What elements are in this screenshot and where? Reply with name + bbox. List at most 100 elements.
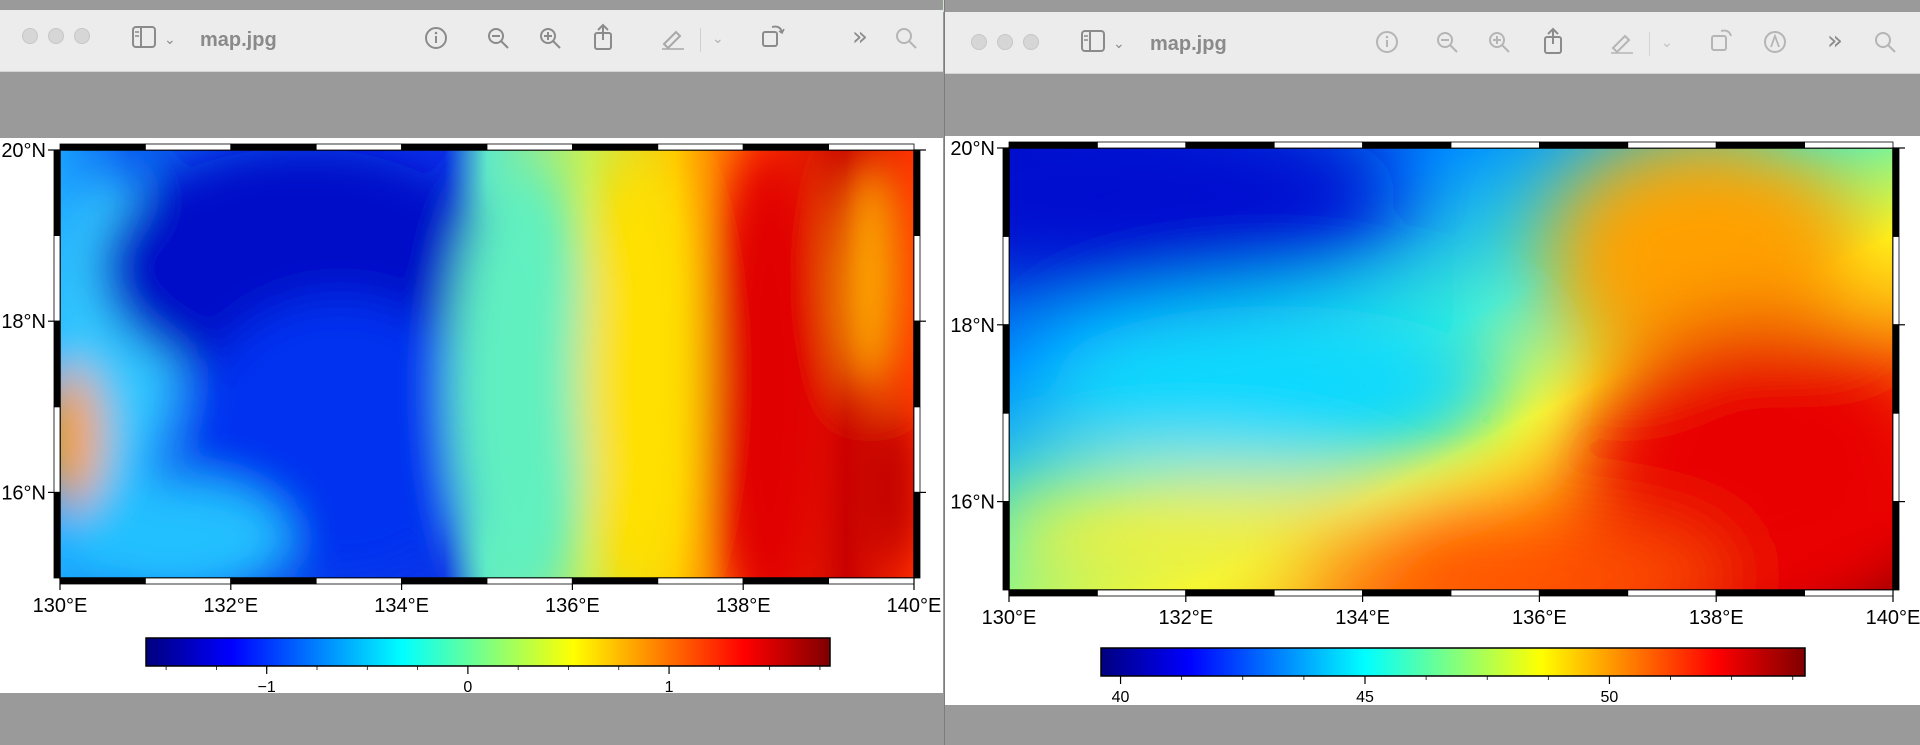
heatmap-field bbox=[1009, 148, 1893, 590]
y-tick-label: 18°N bbox=[950, 315, 995, 337]
share-icon[interactable] bbox=[592, 23, 614, 58]
frame-bar-segment bbox=[1892, 501, 1900, 591]
chevron-down-icon[interactable]: ⌄ bbox=[1113, 31, 1125, 57]
frame-bar-segment bbox=[1539, 589, 1629, 597]
frame-bar-segment bbox=[1002, 324, 1010, 414]
document-area: 130°E 132°E 134°E 136°E 138°E 140°E 16°N 18°N 2… bbox=[0, 138, 943, 696]
y-tick-label: 18°N bbox=[1, 311, 46, 333]
zoom-window-button[interactable] bbox=[74, 28, 90, 44]
frame-bar-segment bbox=[1362, 589, 1452, 597]
x-tick-label: 140°E bbox=[887, 595, 942, 617]
frame-bar-segment bbox=[657, 577, 744, 585]
frame-bar-segment bbox=[486, 143, 573, 151]
frame-bar-segment bbox=[1273, 589, 1364, 597]
minimize-button[interactable] bbox=[997, 34, 1013, 50]
colorbar-tick-label: 0 bbox=[463, 679, 472, 693]
markup-pen-icon[interactable] bbox=[1609, 30, 1635, 61]
x-tick-label: 138°E bbox=[716, 595, 771, 617]
info-icon[interactable] bbox=[424, 26, 448, 57]
frame-bar-segment bbox=[1002, 147, 1010, 237]
frame-bar-segment bbox=[742, 143, 830, 151]
zoom-out-icon[interactable] bbox=[486, 26, 510, 57]
chevron-down-icon[interactable]: ⌄ bbox=[164, 27, 176, 53]
colorbar-tick-label: −1 bbox=[258, 679, 276, 693]
preview-window-left[interactable]: ⌄ map.jpg ⌄ » 130°E 132°E 134°E 136°E 13… bbox=[0, 0, 943, 745]
y-tick-label: 20°N bbox=[950, 138, 995, 160]
traffic-lights bbox=[971, 34, 1039, 50]
x-tick-label: 138°E bbox=[1689, 607, 1744, 629]
window-title: map.jpg bbox=[200, 29, 277, 51]
sidebar-icon[interactable] bbox=[130, 26, 158, 55]
share-icon[interactable] bbox=[1542, 27, 1564, 62]
frame-bar-segment bbox=[1892, 412, 1900, 503]
frame-bar-segment bbox=[913, 149, 921, 236]
frame-bar-segment bbox=[1450, 141, 1540, 149]
search-icon[interactable] bbox=[1873, 30, 1897, 61]
frame-bar-segment bbox=[1096, 589, 1187, 597]
minimize-button[interactable] bbox=[48, 28, 64, 44]
frame-bar-segment bbox=[572, 143, 659, 151]
x-tick-label: 132°E bbox=[1158, 607, 1213, 629]
rotate-icon[interactable] bbox=[1709, 26, 1735, 61]
frame-bar-segment bbox=[1627, 141, 1717, 149]
frame-bar-segment bbox=[1627, 589, 1717, 597]
toolbar-divider bbox=[1649, 32, 1650, 56]
frame-bar-segment bbox=[53, 235, 61, 322]
toolbar: ⌄ map.jpg ⌄ » bbox=[945, 12, 1920, 74]
markup-circle-icon[interactable] bbox=[1763, 30, 1787, 61]
frame-bar-segment bbox=[1185, 589, 1275, 597]
x-tick-label: 132°E bbox=[203, 595, 258, 617]
close-button[interactable] bbox=[971, 34, 987, 50]
sidebar-icon[interactable] bbox=[1079, 30, 1107, 59]
frame-bar-segment bbox=[59, 577, 146, 585]
frame-bar-segment bbox=[1892, 324, 1900, 414]
close-button[interactable] bbox=[22, 28, 38, 44]
frame-bar-segment bbox=[1362, 141, 1452, 149]
x-tick-label: 134°E bbox=[374, 595, 429, 617]
frame-bar-segment bbox=[1185, 141, 1275, 149]
map-image: 130°E 132°E 134°E 136°E 138°E 140°E 16°N 18°N 2… bbox=[950, 138, 1920, 706]
rotate-icon[interactable] bbox=[760, 22, 786, 57]
colorbar-tick-label: 50 bbox=[1601, 689, 1619, 705]
frame-bar-segment bbox=[1450, 589, 1540, 597]
chevron-down-icon[interactable]: ⌄ bbox=[1661, 30, 1673, 56]
heatmap-field bbox=[60, 150, 914, 578]
x-tick-label: 130°E bbox=[982, 607, 1037, 629]
x-tick-label: 130°E bbox=[33, 595, 88, 617]
more-icon[interactable]: » bbox=[852, 24, 868, 50]
toolbar: ⌄ map.jpg ⌄ » bbox=[0, 10, 943, 72]
frame-bar-segment bbox=[486, 577, 573, 585]
zoom-window-button[interactable] bbox=[1023, 34, 1039, 50]
zoom-in-icon[interactable] bbox=[1487, 30, 1511, 61]
more-icon[interactable]: » bbox=[1827, 28, 1843, 54]
frame-bar-segment bbox=[315, 577, 403, 585]
frame-bar-segment bbox=[1892, 236, 1900, 326]
search-icon[interactable] bbox=[894, 26, 918, 57]
colorbar bbox=[1100, 647, 1806, 677]
frame-bar-segment bbox=[657, 143, 744, 151]
markup-pen-icon[interactable] bbox=[660, 26, 686, 57]
frame-bar-segment bbox=[1539, 141, 1629, 149]
frame-bar-segment bbox=[53, 149, 61, 236]
zoom-out-icon[interactable] bbox=[1435, 30, 1459, 61]
chevron-down-icon[interactable]: ⌄ bbox=[712, 26, 724, 52]
x-tick-label: 140°E bbox=[1866, 607, 1920, 629]
frame-bar-segment bbox=[1008, 589, 1098, 597]
frame-bar-segment bbox=[1715, 141, 1806, 149]
frame-bar-segment bbox=[828, 143, 915, 151]
frame-bar-segment bbox=[913, 320, 921, 408]
colorbar-tick-label: 45 bbox=[1356, 689, 1374, 705]
colorbar-tick-label: 1 bbox=[665, 679, 674, 693]
frame-bar-segment bbox=[1715, 589, 1806, 597]
frame-bar-segment bbox=[1096, 141, 1187, 149]
frame-bar-segment bbox=[1804, 141, 1894, 149]
colorbar bbox=[145, 637, 831, 667]
zoom-in-icon[interactable] bbox=[538, 26, 562, 57]
x-tick-label: 136°E bbox=[1512, 607, 1567, 629]
frame-bar-segment bbox=[1892, 147, 1900, 237]
frame-bar-segment bbox=[1002, 501, 1010, 591]
info-icon[interactable] bbox=[1375, 30, 1399, 61]
frame-bar-segment bbox=[53, 320, 61, 408]
frame-bar-segment bbox=[913, 491, 921, 579]
preview-window-right[interactable]: ⌄ map.jpg ⌄ » 130°E 132°E 134°E 136°E 13… bbox=[944, 0, 1920, 745]
